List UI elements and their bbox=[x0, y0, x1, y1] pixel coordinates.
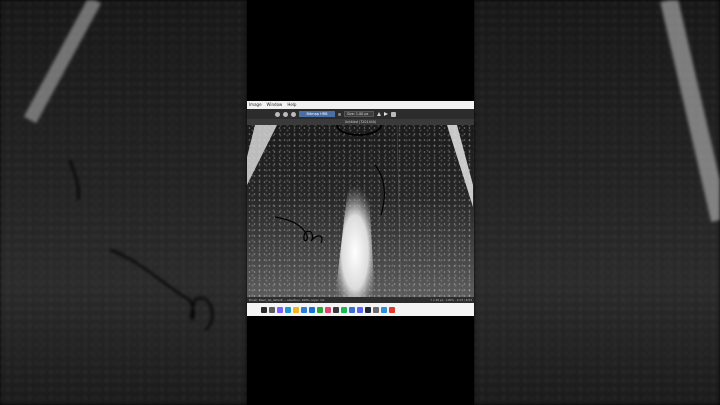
phone-frame: Image Window Help Bitmap HRB Size: 1.00 … bbox=[247, 0, 474, 405]
mail-icon[interactable] bbox=[309, 306, 315, 313]
menu-item-image[interactable]: Image bbox=[249, 101, 262, 109]
game-icon[interactable] bbox=[389, 306, 395, 313]
folder-icon[interactable] bbox=[293, 306, 299, 313]
play-icon[interactable] bbox=[384, 112, 388, 116]
menu-item-window[interactable]: Window bbox=[267, 101, 283, 109]
photos-icon[interactable] bbox=[325, 306, 331, 313]
brush-preset-selector[interactable]: Bitmap HRB bbox=[299, 111, 335, 117]
brush-tool-icon[interactable] bbox=[275, 111, 280, 117]
krita-icon[interactable] bbox=[349, 306, 355, 313]
sketch-loop bbox=[274, 216, 323, 244]
sketch-arc bbox=[336, 125, 382, 136]
paint-app-window: Image Window Help Bitmap HRB Size: 1.00 … bbox=[247, 101, 474, 316]
start-icon[interactable] bbox=[261, 306, 267, 313]
blurred-stroke-right bbox=[660, 0, 720, 223]
windows-taskbar bbox=[247, 303, 474, 316]
browser-icon[interactable] bbox=[381, 306, 387, 313]
guide-line bbox=[396, 125, 402, 297]
color-tool-icon[interactable] bbox=[283, 111, 288, 117]
discord-icon[interactable] bbox=[357, 306, 363, 313]
drawing-canvas[interactable] bbox=[247, 125, 474, 297]
light-beam bbox=[335, 185, 375, 297]
steam-icon[interactable] bbox=[365, 306, 371, 313]
task-view-icon[interactable] bbox=[269, 306, 275, 313]
brush-size-field[interactable]: Size: 1.00 px bbox=[344, 111, 374, 117]
store-icon[interactable] bbox=[301, 306, 307, 313]
sketch-curve bbox=[374, 164, 385, 216]
xbox-icon[interactable] bbox=[317, 306, 323, 313]
chat-icon[interactable] bbox=[277, 306, 283, 313]
menu-bar: Image Window Help bbox=[247, 101, 474, 109]
mirror-icon[interactable] bbox=[377, 112, 381, 116]
preset-arrow-icon[interactable] bbox=[338, 112, 341, 116]
right-light-streak bbox=[447, 125, 473, 207]
blurred-background-left bbox=[0, 0, 247, 405]
app-icon[interactable] bbox=[333, 306, 339, 313]
status-left-text: Brush: Basic_tip_default — selection: 10… bbox=[249, 298, 325, 302]
edge-icon[interactable] bbox=[285, 306, 291, 313]
menu-item-help[interactable]: Help bbox=[287, 101, 296, 109]
status-right-text: 7 x 30 px · 100% · 2:13 / 6:53 bbox=[430, 298, 472, 302]
settings-icon[interactable] bbox=[373, 306, 379, 313]
canvas-artwork bbox=[247, 125, 473, 297]
tool-options-bar: Bitmap HRB Size: 1.00 px bbox=[247, 109, 474, 119]
blurred-stroke-left bbox=[23, 0, 214, 331]
spotify-icon[interactable] bbox=[341, 306, 347, 313]
blurred-background-right bbox=[474, 0, 720, 405]
left-light-streak bbox=[247, 125, 277, 185]
blend-tool-icon[interactable] bbox=[291, 111, 296, 117]
wrap-icon[interactable] bbox=[391, 111, 396, 117]
